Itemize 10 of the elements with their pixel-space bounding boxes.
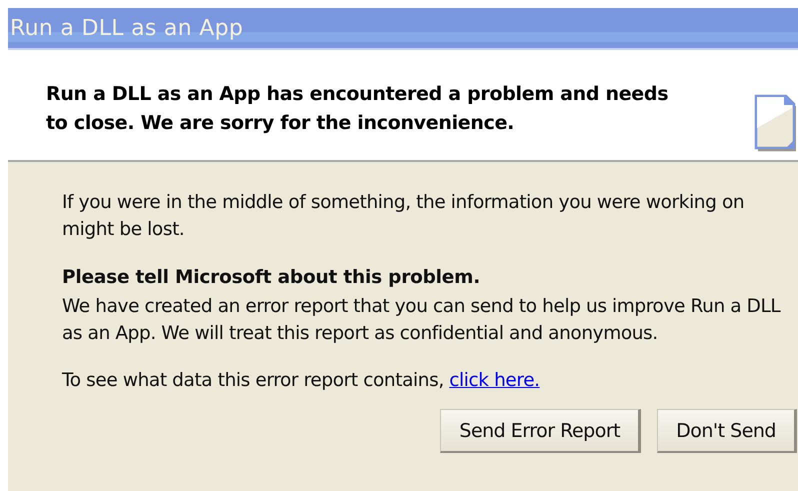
click-here-link[interactable]: click here.: [449, 370, 540, 391]
warning-text: If you were in the middle of something, the information you were working on might be lost.: [62, 191, 746, 242]
document-icon: [754, 94, 796, 152]
send-report-button[interactable]: Send Error Report: [440, 409, 642, 453]
section-heading: Please tell Microsoft about this problem.: [62, 266, 482, 290]
report-description: We have created an error report that you can send to help us improve Run a DLL as an App. We will treat this report as confidential and anonymous.: [62, 295, 782, 346]
dont-send-button[interactable]: Don't Send: [657, 409, 797, 453]
window-title: Run a DLL as an App: [10, 16, 244, 40]
details-text: To see what data this error report contains, click here.: [62, 369, 541, 393]
error-message: Run a DLL as an App has encountered a problem and needs to close. We are sorry for the inconvenience.: [46, 82, 670, 136]
